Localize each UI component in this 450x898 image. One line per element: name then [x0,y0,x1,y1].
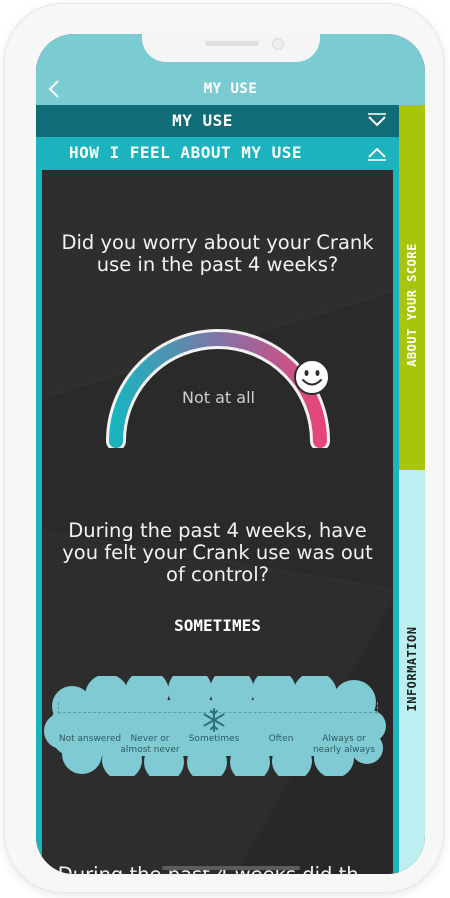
notch [142,34,320,62]
option-not-answered[interactable]: Not answered [58,734,122,745]
camera [272,38,284,50]
accordion-how-i-feel-title: HOW I FEEL ABOUT MY USE [68,143,303,162]
option-never[interactable]: Never or almost never [118,734,182,756]
gauge-value-label: Not at all [182,388,255,407]
smiley-icon[interactable] [293,358,331,396]
home-indicator[interactable] [162,866,300,870]
question-control: During the past 4 weeks, have you felt y… [62,519,373,586]
selected-answer: SOMETIMES [174,616,261,635]
chevron-up-icon[interactable] [367,145,387,161]
tab-information[interactable]: INFORMATION [399,470,425,874]
tab-about-your-score[interactable]: ABOUT YOUR SCORE [399,105,425,470]
top-bar: MY USE [36,74,425,105]
speaker [205,41,259,46]
accordion-how-i-feel[interactable]: HOW I FEEL ABOUT MY USE [36,137,399,170]
app-screen: MY USE MY USE HOW I FEEL ABOUT MY USE Di… [36,34,425,874]
questionnaire-content[interactable]: Did you worry about your Crank use in th… [36,170,399,874]
status-bar [36,34,425,74]
chevron-down-icon[interactable] [367,113,387,129]
question-worry: Did you worry about your Crank use in th… [61,231,374,276]
option-often[interactable]: Often [249,734,313,745]
content-left-border [36,170,42,874]
slider-tick [58,702,59,714]
snowflake-icon[interactable] [201,707,227,733]
accordion-my-use-title: MY USE [172,111,233,130]
option-sometimes[interactable]: Sometimes [182,734,246,745]
option-always[interactable]: Always or nearly always [312,734,376,756]
slider-tick [377,702,378,714]
accordion-my-use[interactable]: MY USE [36,105,399,137]
tab-information-label: INFORMATION [405,626,419,712]
page-title: MY USE [203,81,258,97]
phone-frame: MY USE MY USE HOW I FEEL ABOUT MY USE Di… [5,4,443,892]
tab-about-your-score-label: ABOUT YOUR SCORE [405,243,419,367]
